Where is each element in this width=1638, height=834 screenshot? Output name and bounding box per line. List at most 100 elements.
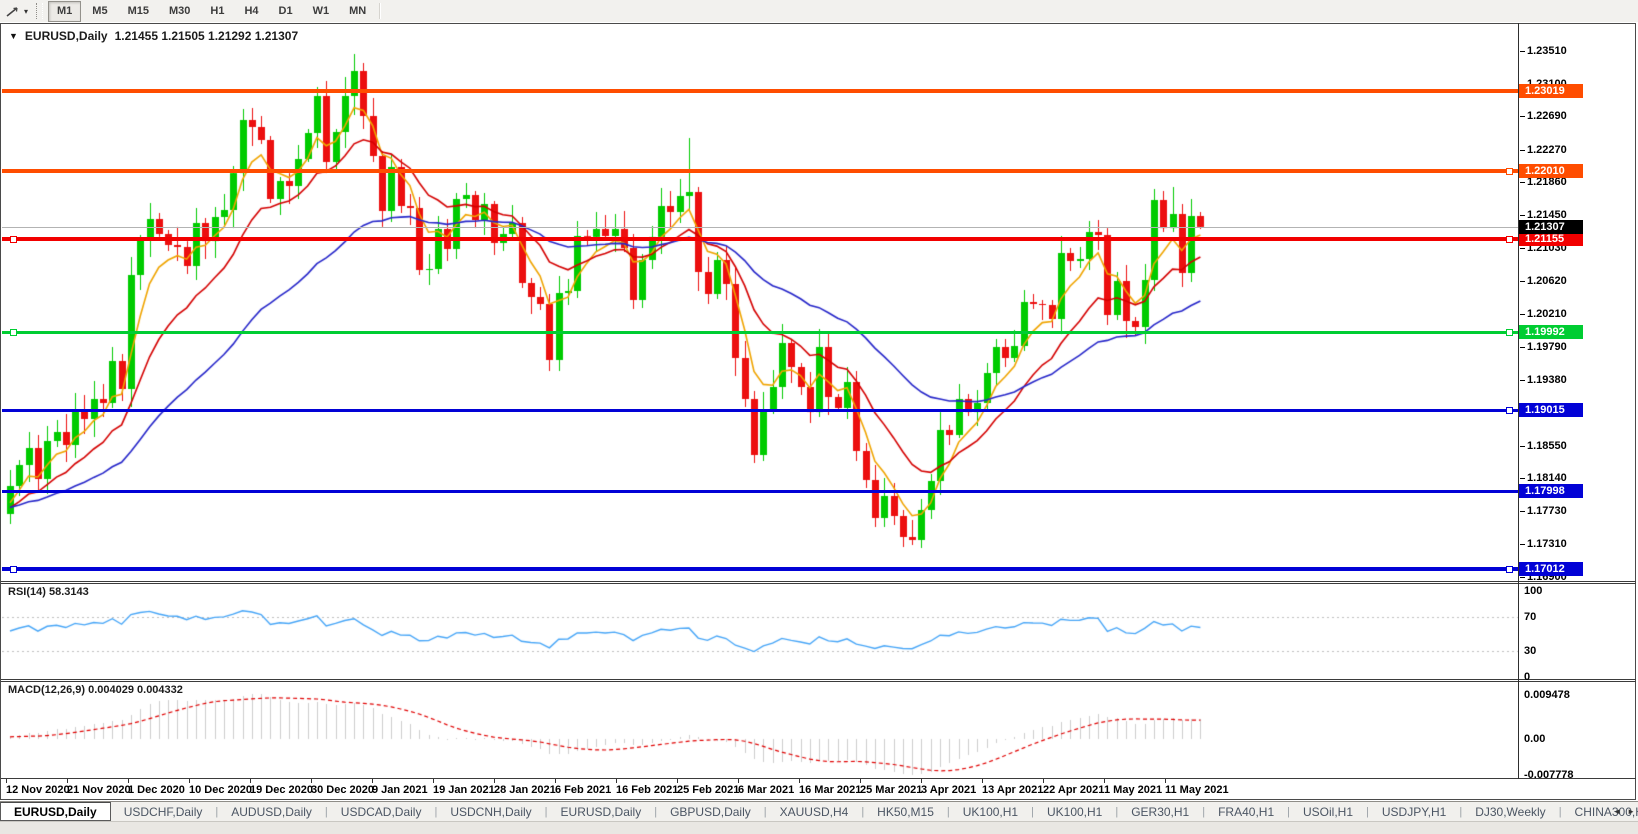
timeframe-button-D1[interactable]: D1 — [270, 1, 302, 22]
price-axis-label: 1.17730 — [1527, 505, 1567, 518]
price-tag: 1.19015 — [1519, 403, 1583, 417]
timeframe-button-M5[interactable]: M5 — [83, 1, 116, 22]
price-axis-label: 1.22270 — [1527, 144, 1567, 157]
chart-window: ▼ EURUSD,Daily 1.21455 1.21505 1.21292 1… — [0, 22, 1638, 801]
tab-scroll-arrows: ◄ ► — [1613, 801, 1635, 821]
horizontal-line[interactable] — [2, 237, 1518, 241]
rsi-axis-label: 70 — [1524, 611, 1536, 623]
date-label: 30 Dec 2020 — [311, 784, 374, 796]
line-handle[interactable] — [1506, 329, 1513, 336]
symbol-collapse-icon[interactable]: ▼ — [9, 31, 18, 41]
line-handle[interactable] — [10, 236, 17, 243]
chart-tools-icon[interactable] — [0, 1, 23, 21]
price-axis-label: 1.22690 — [1527, 110, 1567, 123]
pane-separator[interactable] — [1, 581, 1636, 582]
tab-UK100-H1[interactable]: UK100,H1 — [1034, 802, 1115, 821]
toolbar-drag-handle[interactable] — [36, 3, 43, 19]
date-label: 13 Apr 2021 — [982, 784, 1043, 796]
timeframe-button-H4[interactable]: H4 — [235, 1, 267, 22]
tab-scroll-left-icon[interactable]: ◄ — [1613, 807, 1621, 816]
macd-axis-label: -0.007778 — [1524, 769, 1574, 781]
horizontal-line[interactable] — [2, 169, 1518, 173]
date-tick — [250, 779, 251, 783]
line-handle[interactable] — [1506, 566, 1513, 573]
tab-scroll-right-icon[interactable]: ► — [1627, 807, 1635, 816]
date-tick — [433, 779, 434, 783]
horizontal-line[interactable] — [2, 567, 1518, 571]
date-label: 21 Nov 2020 — [67, 784, 131, 796]
date-label: 6 Feb 2021 — [555, 784, 611, 796]
tab-GBPUSD-Daily[interactable]: GBPUSD,Daily — [657, 802, 764, 821]
price-canvas[interactable] — [2, 23, 1518, 580]
line-handle[interactable] — [10, 566, 17, 573]
date-tick — [1043, 779, 1044, 783]
timeframe-toolbar: ▾ M1M5M15M30H1H4D1W1MN — [0, 0, 1638, 23]
trading-platform-window: ▾ M1M5M15M30H1H4D1W1MN ▼ EURUSD,Daily 1.… — [0, 0, 1638, 834]
timeframe-button-M15[interactable]: M15 — [119, 1, 158, 22]
tab-FRA40-H1[interactable]: FRA40,H1 — [1205, 802, 1287, 821]
timeframe-button-MN[interactable]: MN — [340, 1, 375, 22]
rsi-axis-label: 100 — [1524, 585, 1542, 597]
price-tag: 1.17012 — [1519, 562, 1583, 576]
price-axis-border — [1518, 23, 1519, 779]
tab-GER30-H1[interactable]: GER30,H1 — [1118, 802, 1202, 821]
price-tag: 1.22010 — [1519, 164, 1583, 178]
date-tick — [189, 779, 190, 783]
price-axis-label: 1.17310 — [1527, 538, 1567, 551]
line-handle[interactable] — [1506, 168, 1513, 175]
timeframe-button-M30[interactable]: M30 — [160, 1, 199, 22]
date-label: 19 Dec 2020 — [250, 784, 313, 796]
horizontal-line[interactable] — [2, 409, 1518, 412]
tools-dropdown-icon[interactable]: ▾ — [23, 7, 32, 16]
price-axis-label: 1.19790 — [1527, 341, 1567, 354]
tab-EURUSD-Daily[interactable]: EURUSD,Daily — [0, 801, 111, 821]
status-strip — [0, 821, 1638, 834]
date-label: 16 Feb 2021 — [616, 784, 678, 796]
horizontal-line[interactable] — [2, 331, 1518, 334]
chart-symbol: EURUSD,Daily — [25, 29, 108, 43]
chart-tab-bar: EURUSD,DailyUSDCHF,Daily|AUDUSD,Daily|US… — [0, 801, 1638, 821]
tab-XAUUSD-H4[interactable]: XAUUSD,H4 — [767, 802, 862, 821]
timeframe-button-W1[interactable]: W1 — [304, 1, 339, 22]
line-handle[interactable] — [10, 329, 17, 336]
line-handle[interactable] — [1506, 407, 1513, 414]
tab-USOil-H1[interactable]: USOil,H1 — [1290, 802, 1366, 821]
rsi-axis-label: 0 — [1524, 671, 1530, 683]
date-tick — [67, 779, 68, 783]
horizontal-line[interactable] — [2, 89, 1518, 93]
current-price-tag: 1.21307 — [1519, 220, 1583, 234]
current-price-line — [2, 227, 1518, 228]
date-label: 25 Mar 2021 — [860, 784, 922, 796]
line-handle[interactable] — [1506, 236, 1513, 243]
timeframe-button-H1[interactable]: H1 — [201, 1, 233, 22]
tab-USDJPY-H1[interactable]: USDJPY,H1 — [1369, 802, 1459, 821]
date-tick — [6, 779, 7, 783]
tab-USDCNH-Daily[interactable]: USDCNH,Daily — [437, 802, 544, 821]
chart-ohlc: 1.21455 1.21505 1.21292 1.21307 — [115, 29, 299, 43]
rsi-axis-label: 30 — [1524, 645, 1536, 657]
date-label: 11 May 2021 — [1165, 784, 1229, 796]
rsi-canvas[interactable] — [2, 584, 1518, 679]
date-tick — [128, 779, 129, 783]
tab-USDCAD-Daily[interactable]: USDCAD,Daily — [328, 802, 435, 821]
date-tick — [372, 779, 373, 783]
price-axis-label: 1.20620 — [1527, 275, 1567, 288]
rsi-pane-label: RSI(14) 58.3143 — [8, 586, 89, 598]
pane-separator[interactable] — [1, 679, 1636, 680]
date-label: 25 Feb 2021 — [677, 784, 739, 796]
date-tick — [982, 779, 983, 783]
macd-canvas[interactable] — [2, 682, 1518, 778]
tab-EURUSD-Daily[interactable]: EURUSD,Daily — [548, 802, 655, 821]
tab-UK100-H1[interactable]: UK100,H1 — [950, 802, 1031, 821]
macd-pane-label: MACD(12,26,9) 0.004029 0.004332 — [8, 684, 183, 696]
tab-AUDUSD-Daily[interactable]: AUDUSD,Daily — [218, 802, 325, 821]
date-tick — [311, 779, 312, 783]
tab-DJ30-Weekly[interactable]: DJ30,Weekly — [1462, 802, 1558, 821]
tab-HK50-M15[interactable]: HK50,M15 — [864, 802, 947, 821]
tab-USDCHF-Daily[interactable]: USDCHF,Daily — [111, 802, 216, 821]
timeframe-button-M1[interactable]: M1 — [48, 1, 81, 22]
date-tick — [616, 779, 617, 783]
date-label: 9 Jan 2021 — [372, 784, 428, 796]
horizontal-line[interactable] — [2, 490, 1518, 493]
chart-title: ▼ EURUSD,Daily 1.21455 1.21505 1.21292 1… — [9, 29, 298, 43]
